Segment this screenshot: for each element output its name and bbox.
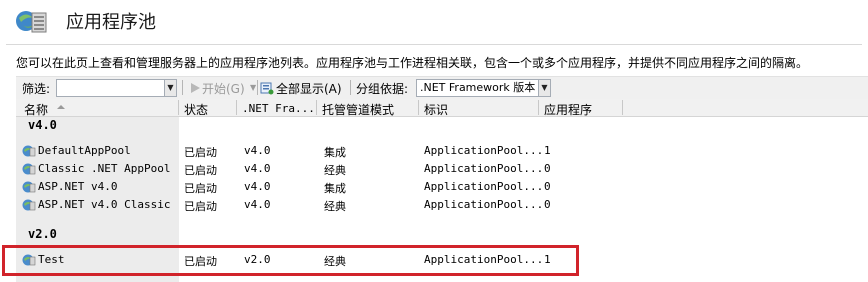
pool-identity: ApplicationPool...	[424, 198, 544, 211]
toolbar-separator	[182, 80, 183, 95]
pool-status: 已启动	[184, 182, 217, 195]
filter-input[interactable]	[56, 79, 174, 97]
show-all-button[interactable]: 全部显示(A)	[276, 80, 342, 97]
sort-ascending-icon	[57, 105, 65, 109]
column-header-status[interactable]: 状态	[184, 101, 208, 118]
pool-applications: 0	[544, 180, 551, 193]
app-pools-icon	[16, 11, 47, 33]
column-header-identity[interactable]: 标识	[424, 101, 448, 118]
column-header-netfx[interactable]: .NET Fra...	[242, 102, 315, 115]
header-divider	[6, 44, 862, 45]
app-pool-icon	[22, 163, 36, 175]
pool-applications: 1	[544, 144, 551, 157]
column-divider[interactable]	[236, 100, 237, 115]
pool-name: DefaultAppPool	[38, 144, 131, 157]
column-header-name[interactable]: 名称	[24, 101, 48, 118]
group-by-select[interactable]: .NET Framework 版本	[416, 79, 547, 97]
pool-pipeline-mode: 经典	[324, 164, 346, 177]
app-pool-icon	[22, 181, 36, 193]
app-pool-icon	[22, 199, 36, 211]
page-header: 应用程序池	[0, 0, 868, 42]
table-row[interactable]: Classic .NET AppPool 已启动 v4.0 经典 Applica…	[16, 160, 868, 178]
column-divider[interactable]	[418, 100, 419, 115]
app-pool-icon	[22, 145, 36, 157]
pool-identity: ApplicationPool...	[424, 180, 544, 193]
page-description: 您可以在此页上查看和管理服务器上的应用程序池列表。应用程序池与工作进程相关联，包…	[16, 56, 809, 70]
filter-dropdown-button[interactable]: ▼	[164, 79, 177, 97]
pool-status: 已启动	[184, 164, 217, 177]
group-by-label: 分组依据:	[356, 82, 409, 96]
pool-pipeline-mode: 集成	[324, 182, 346, 195]
pool-netfx: v4.0	[244, 180, 271, 193]
pool-applications: 0	[544, 162, 551, 175]
toolbar-separator	[350, 80, 351, 95]
table-row[interactable]: DefaultAppPool 已启动 v4.0 集成 ApplicationPo…	[16, 142, 868, 160]
group-header-v20[interactable]: v2.0	[28, 227, 57, 241]
filter-toolbar: 筛选: ▼ 开始(G) ▼ 全部显示(A) 分组依据: .NET Framewo…	[16, 76, 868, 100]
column-divider[interactable]	[178, 100, 179, 115]
group-by-dropdown-button[interactable]: ▼	[538, 79, 551, 97]
pool-pipeline-mode: 经典	[324, 200, 346, 213]
go-dropdown-icon[interactable]: ▼	[250, 83, 256, 92]
column-divider[interactable]	[622, 100, 623, 115]
pool-applications: 0	[544, 198, 551, 211]
column-divider[interactable]	[538, 100, 539, 115]
group-header-v40[interactable]: v4.0	[28, 118, 57, 132]
highlight-annotation	[2, 245, 579, 276]
table-row[interactable]: ASP.NET v4.0 已启动 v4.0 集成 ApplicationPool…	[16, 178, 868, 196]
pool-identity: ApplicationPool...	[424, 144, 544, 157]
column-header-pipeline-mode[interactable]: 托管管道模式	[322, 101, 394, 118]
pool-name: Classic .NET AppPool	[38, 162, 171, 175]
page-title: 应用程序池	[66, 12, 156, 33]
column-divider[interactable]	[316, 100, 317, 115]
pool-netfx: v4.0	[244, 144, 271, 157]
show-all-icon	[260, 82, 274, 95]
pool-name: ASP.NET v4.0	[38, 180, 118, 193]
pool-pipeline-mode: 集成	[324, 146, 346, 159]
go-button[interactable]: 开始(G)	[202, 80, 245, 97]
pool-netfx: v4.0	[244, 198, 271, 211]
pool-name: ASP.NET v4.0 Classic	[38, 198, 171, 211]
list-header: 名称 状态 .NET Fra... 托管管道模式 标识 应用程序	[16, 99, 868, 117]
toolbar-separator	[257, 80, 258, 95]
pool-status: 已启动	[184, 146, 217, 159]
go-icon	[191, 83, 200, 93]
filter-label: 筛选:	[22, 82, 51, 96]
pool-netfx: v4.0	[244, 162, 271, 175]
column-header-applications[interactable]: 应用程序	[544, 101, 592, 118]
table-row[interactable]: ASP.NET v4.0 Classic 已启动 v4.0 经典 Applica…	[16, 196, 868, 214]
pool-identity: ApplicationPool...	[424, 162, 544, 175]
pool-status: 已启动	[184, 200, 217, 213]
